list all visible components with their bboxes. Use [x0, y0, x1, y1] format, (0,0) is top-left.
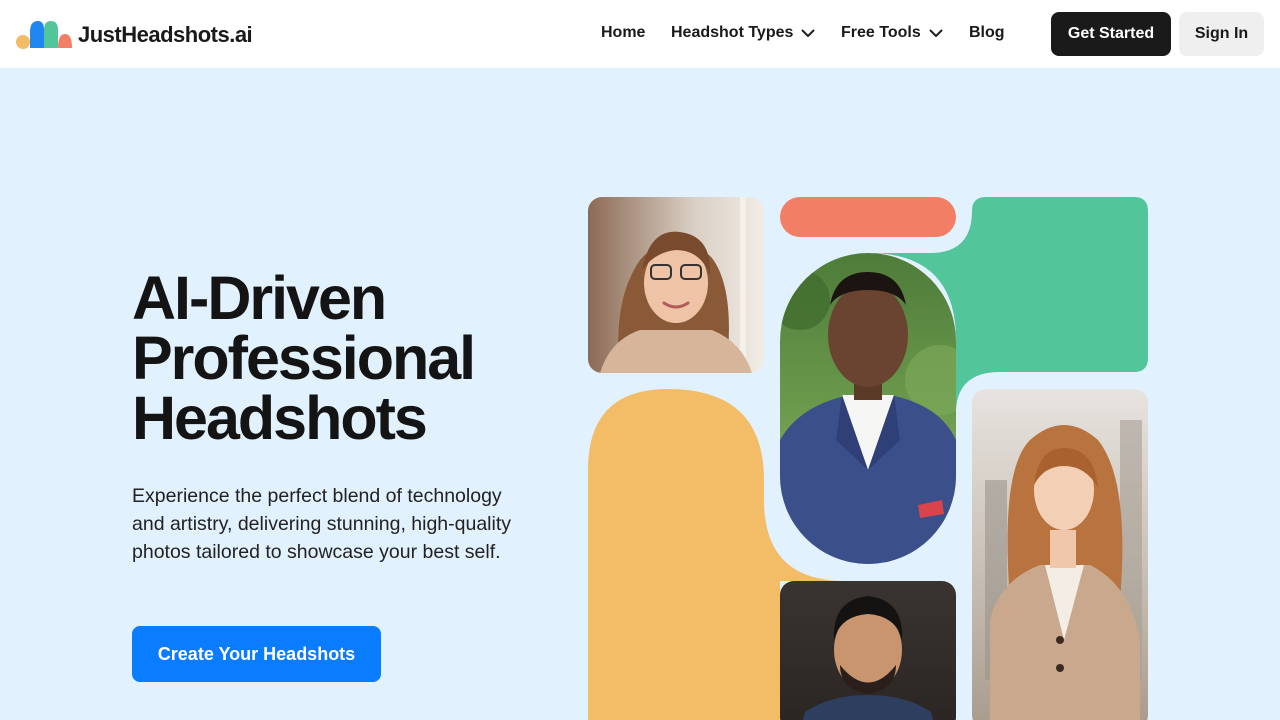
hero-title-line: Headshots [132, 384, 428, 452]
man-dark-jacket-photo [780, 581, 956, 720]
coral-shape [780, 197, 956, 237]
hero-title: AI-Driven Professional Headshots [132, 264, 552, 452]
logo-mark-icon [16, 21, 72, 49]
woman-glasses-photo [588, 197, 764, 373]
hero-title-line: AI-Driven [132, 264, 387, 332]
hero-title-line: Professional [132, 324, 476, 392]
nav-free-tools-label: Free Tools [841, 24, 921, 41]
chevron-down-icon [801, 29, 815, 37]
chevron-down-icon [929, 29, 943, 37]
nav-blog-label: Blog [969, 24, 1005, 41]
create-headshots-button[interactable]: Create Your Headshots [132, 626, 381, 682]
nav-free-tools[interactable]: Free Tools [841, 24, 943, 42]
man-blue-suit-photo [780, 253, 956, 564]
nav-home-label: Home [601, 24, 646, 41]
hero-subtitle: Experience the perfect blend of technolo… [132, 485, 512, 563]
woman-beige-coat-photo [972, 389, 1148, 720]
brand-name: JustHeadshots.ai [78, 22, 253, 47]
nav-headshot-types-label: Headshot Types [671, 24, 794, 41]
sign-in-button[interactable]: Sign In [1179, 12, 1264, 56]
site-header: JustHeadshots.ai Home Headshot Types Fre… [0, 0, 1280, 68]
nav-home[interactable]: Home [601, 24, 645, 42]
brand-logo[interactable]: JustHeadshots.ai [16, 20, 253, 50]
get-started-button[interactable]: Get Started [1051, 12, 1171, 56]
nav-blog[interactable]: Blog [969, 24, 1005, 42]
nav-headshot-types[interactable]: Headshot Types [671, 24, 815, 42]
